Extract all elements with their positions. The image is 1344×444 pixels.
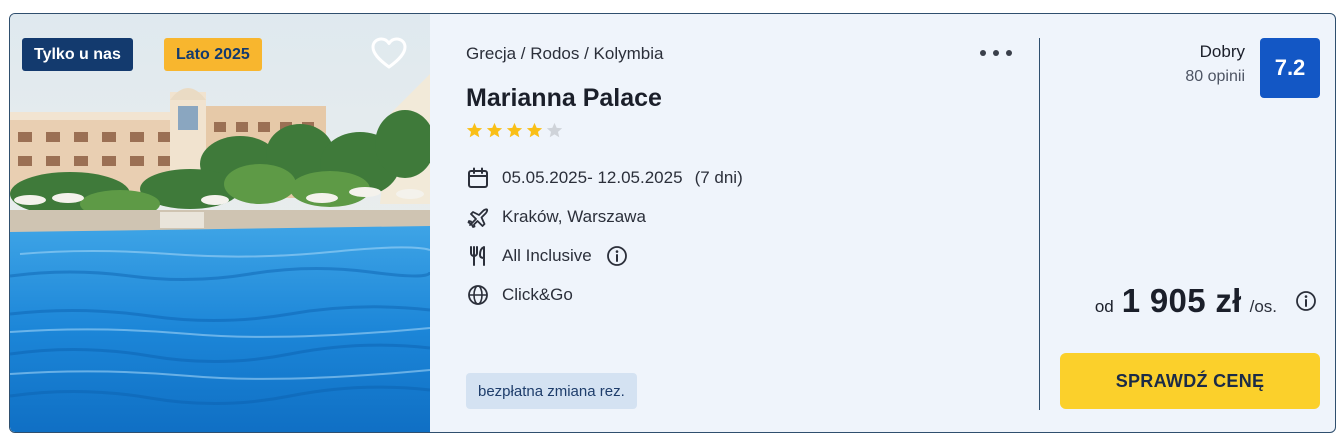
favorite-button[interactable] <box>370 36 408 70</box>
price-suffix: /os. <box>1249 297 1277 316</box>
star-icon <box>526 122 543 138</box>
season-badge: Lato 2025 <box>164 38 262 71</box>
calendar-icon <box>466 166 490 190</box>
rating-score[interactable]: 7.2 <box>1260 38 1320 98</box>
more-dots-icon <box>1006 50 1012 56</box>
hotel-photo[interactable]: Tylko u nas Lato 2025 <box>10 14 430 432</box>
price-prefix: od <box>1094 297 1114 316</box>
board-row: All Inclusive <box>466 244 628 268</box>
star-icon <box>486 122 503 138</box>
check-price-button[interactable]: SPRAWDŹ CENĘ <box>1060 353 1320 409</box>
board-text: All Inclusive <box>502 246 592 265</box>
dates-text: 05.05.2025- 12.05.2025 <box>502 168 683 187</box>
duration-text: (7 dni) <box>694 168 743 187</box>
star-icon <box>506 122 523 138</box>
info-icon[interactable] <box>606 245 628 267</box>
price-block: od 1 905 zł /os. <box>1095 282 1317 320</box>
more-dots-icon <box>993 50 999 56</box>
hotel-name[interactable]: Marianna Palace <box>466 84 662 113</box>
breadcrumb[interactable]: Grecja / Rodos / Kolymbia <box>466 44 663 64</box>
hotel-stars <box>466 122 563 139</box>
plane-icon <box>466 205 490 229</box>
more-options-button[interactable] <box>980 46 1012 60</box>
rating-label: Dobry <box>1199 42 1245 61</box>
transport-row: Click&Go <box>466 283 573 307</box>
more-dots-icon <box>980 50 986 56</box>
exclusive-badge: Tylko u nas <box>22 38 133 71</box>
star-icon <box>546 122 563 138</box>
departure-text: Kraków, Warszawa <box>502 207 646 226</box>
info-icon[interactable] <box>1295 290 1317 312</box>
rating-summary[interactable]: Dobry 80 opinii <box>1185 42 1245 86</box>
price-amount: 1 905 zł <box>1121 282 1242 319</box>
heart-icon <box>371 37 407 69</box>
rating-count: 80 opinii <box>1185 68 1245 85</box>
hotel-photo-image <box>10 14 430 432</box>
divider <box>1039 38 1040 410</box>
dates-row: 05.05.2025- 12.05.2025 (7 dni) <box>466 166 743 190</box>
transport-text: Click&Go <box>502 285 573 304</box>
fork-knife-icon <box>466 244 490 268</box>
globe-icon <box>466 283 490 307</box>
star-icon <box>466 122 483 138</box>
free-change-tag: bezpłatna zmiana rez. <box>466 373 637 409</box>
offer-card[interactable]: Tylko u nas Lato 2025 Grecja / Rodos / K… <box>9 13 1336 433</box>
departure-row: Kraków, Warszawa <box>466 205 646 229</box>
